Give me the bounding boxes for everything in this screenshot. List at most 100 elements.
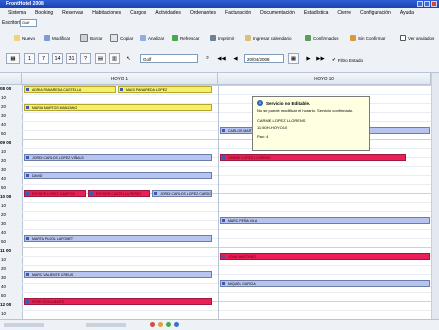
appointment-marta-pujol[interactable]: MARTA PUJOL LAFONET [24, 235, 212, 242]
checkbox-icon [400, 35, 406, 41]
view-31-days-button[interactable]: 31 [66, 53, 77, 64]
menu-item-cierre[interactable]: Cierre [337, 10, 351, 16]
filtro-estado-button[interactable]: ✔ Filtro Estado [332, 56, 363, 64]
minute-label: 40 [1, 284, 7, 289]
service-tooltip: i Servicio no Editable. No se puede modif… [252, 96, 370, 151]
refrescar-button[interactable]: Refrescar [172, 34, 200, 42]
pointer-icon[interactable]: ↖ [123, 53, 134, 64]
time-column-header [0, 73, 22, 85]
title-bar: FrontHotel 2008 [0, 0, 439, 8]
menu-item-booking[interactable]: Booking [35, 10, 53, 16]
printer-icon [210, 35, 216, 41]
recurso-select[interactable]: Golf [140, 54, 198, 63]
grid-row-line [22, 265, 431, 266]
list-view-icon[interactable]: ▥ [109, 53, 120, 64]
date-field[interactable]: 20/04/2008 [244, 54, 284, 63]
maximize-icon[interactable] [424, 1, 430, 7]
view-7-days-button[interactable]: 7 [38, 53, 49, 64]
menu-item-cargos[interactable]: Cargos [130, 10, 146, 16]
appointment-maria-martos[interactable]: MARIA MARTOS MANZANO [24, 104, 212, 111]
menu-item-estadistica[interactable]: Estadística [304, 10, 328, 16]
menu-item-facturacion[interactable]: Facturación [225, 10, 251, 16]
imprimir-button[interactable]: Imprimir [210, 34, 234, 42]
window-title: FrontHotel 2008 [6, 1, 44, 7]
close-icon[interactable] [431, 1, 437, 7]
next-week-icon[interactable]: ▶▶ [315, 53, 326, 64]
next-day-icon[interactable]: ▶ [303, 53, 314, 64]
appointment-joan-martinez[interactable]: JOAN MARTINEZ [220, 253, 430, 260]
appointment-marc-valiente[interactable]: MARC VALIENTE CREUS [24, 271, 212, 278]
appointment-pere-roca[interactable]: PERE ROCA MARTI [24, 298, 212, 305]
appointment-miquel-garcia[interactable]: MIQUEL GARCIA [220, 280, 430, 287]
menu-item-habitaciones[interactable]: Habitaciones [92, 10, 121, 16]
appointment-jordi-carlos-cardo[interactable]: JORDI CARLOS LOPEZ CARDO [152, 190, 212, 197]
minute-label: 30 [1, 221, 7, 226]
prev-day-icon[interactable]: ◀ [230, 53, 241, 64]
confirmados-button[interactable]: Confirmados [305, 34, 339, 42]
minute-label: 20 [1, 212, 7, 217]
hour-label: 09 00 [0, 140, 12, 145]
filter-check-icon: ✔ [332, 57, 336, 62]
copiar-button[interactable]: Copiar [110, 34, 133, 42]
view-1-day-button[interactable]: 1 [24, 53, 35, 64]
grid-row-line [22, 247, 431, 248]
appointment-esther-lopez[interactable]: ESTHER LOPEZ CAMPOS [24, 190, 86, 197]
tooltip-title: Servicio no Editable. [266, 100, 311, 106]
minute-label: 30 [1, 275, 7, 280]
ver-anulados-checkbox[interactable]: Ver anulados [400, 34, 434, 42]
minute-label: 40 [1, 230, 7, 235]
minimize-icon[interactable] [417, 1, 423, 7]
menu-item-reservas[interactable]: Reservas [62, 10, 83, 16]
menu-item-ayuda[interactable]: Ayuda [400, 10, 414, 16]
appointment-adria-panareda[interactable]: ADRIA PANAREDA CASTELLA [24, 86, 116, 93]
minute-label: 20 [1, 158, 7, 163]
hour-label: 12 00 [0, 302, 12, 307]
appointment-carme-lopez[interactable]: CARME LOPEZ LLORENS [220, 154, 406, 161]
calendar-icon [245, 35, 251, 41]
appointment-jordi-carlos-lopez[interactable]: JORDI CARLOS LOPEZ VIÑALS [24, 154, 212, 161]
minute-label: 10 [1, 95, 7, 100]
menu-item-configuracion[interactable]: Configuración [360, 10, 391, 16]
unconfirmed-icon [350, 35, 356, 41]
copy-icon [110, 34, 118, 42]
modificar-button[interactable]: Modificar [44, 34, 70, 42]
escritorio-input[interactable]: Golf [20, 19, 37, 27]
delete-icon [80, 34, 88, 42]
calendar-view-icon[interactable]: ▦ [6, 53, 20, 64]
status-panel [86, 323, 126, 327]
appointment-magi-panareda[interactable]: MAGI PANAREDA LOPEZ [118, 86, 212, 93]
menu-item-sistema[interactable]: Sistema [8, 10, 26, 16]
tooltip-message: No se puede modificar el horario. Servic… [257, 108, 354, 113]
minute-label: 30 [1, 113, 7, 118]
view-14-days-button[interactable]: 14 [52, 53, 63, 64]
minute-label: 50 [1, 239, 7, 244]
date-picker-icon[interactable]: ▦ [288, 53, 299, 64]
info-icon: i [257, 100, 263, 106]
menu-bar: Sistema Booking Reservas Habitaciones Ca… [0, 8, 439, 17]
grid-view-icon[interactable]: ▤ [95, 53, 106, 64]
tooltip-time: 11:50H-HOYO10 [257, 125, 288, 130]
column-header-hoyo-10: HOYO 10 [218, 73, 431, 85]
search-icon[interactable]: ⌕ [202, 53, 213, 64]
prev-week-icon[interactable]: ◀◀ [216, 53, 227, 64]
help-button[interactable]: ? [80, 53, 91, 64]
hour-label: 10 00 [0, 194, 12, 199]
appointment-marc-pena[interactable]: MARC PEÑA VILA [220, 217, 430, 224]
nuevo-button[interactable]: Nuevo [14, 34, 35, 42]
vertical-scrollbar[interactable] [431, 73, 439, 319]
analizar-button[interactable]: Analizar [140, 34, 164, 42]
menu-item-documentacion[interactable]: Documentación [260, 10, 295, 16]
appointment-david[interactable]: DAVID [24, 172, 212, 179]
column-header-hoyo-1: HOYO 1 [22, 73, 218, 85]
appointment-esther-castella[interactable]: ESTHER CASTELLA PEREZ [88, 190, 150, 197]
ingresar-calendario-button[interactable]: Ingresar calendario [245, 34, 292, 42]
menu-item-ordenantes[interactable]: Ordenantes [190, 10, 216, 16]
borrar-button[interactable]: Borrar [80, 34, 103, 42]
sin-confirmar-button[interactable]: Sin Confirmar [350, 34, 386, 42]
status-panel [4, 323, 44, 327]
minute-label: 50 [1, 131, 7, 136]
menu-item-actividades[interactable]: Actividades [155, 10, 181, 16]
view-toolbar: ▦ 1 7 14 31 ? ▤ ▥ ↖ Golf ⌕ ◀◀ ◀ 20/04/20… [0, 48, 439, 73]
new-doc-icon [14, 35, 20, 41]
analyze-icon [140, 35, 146, 41]
